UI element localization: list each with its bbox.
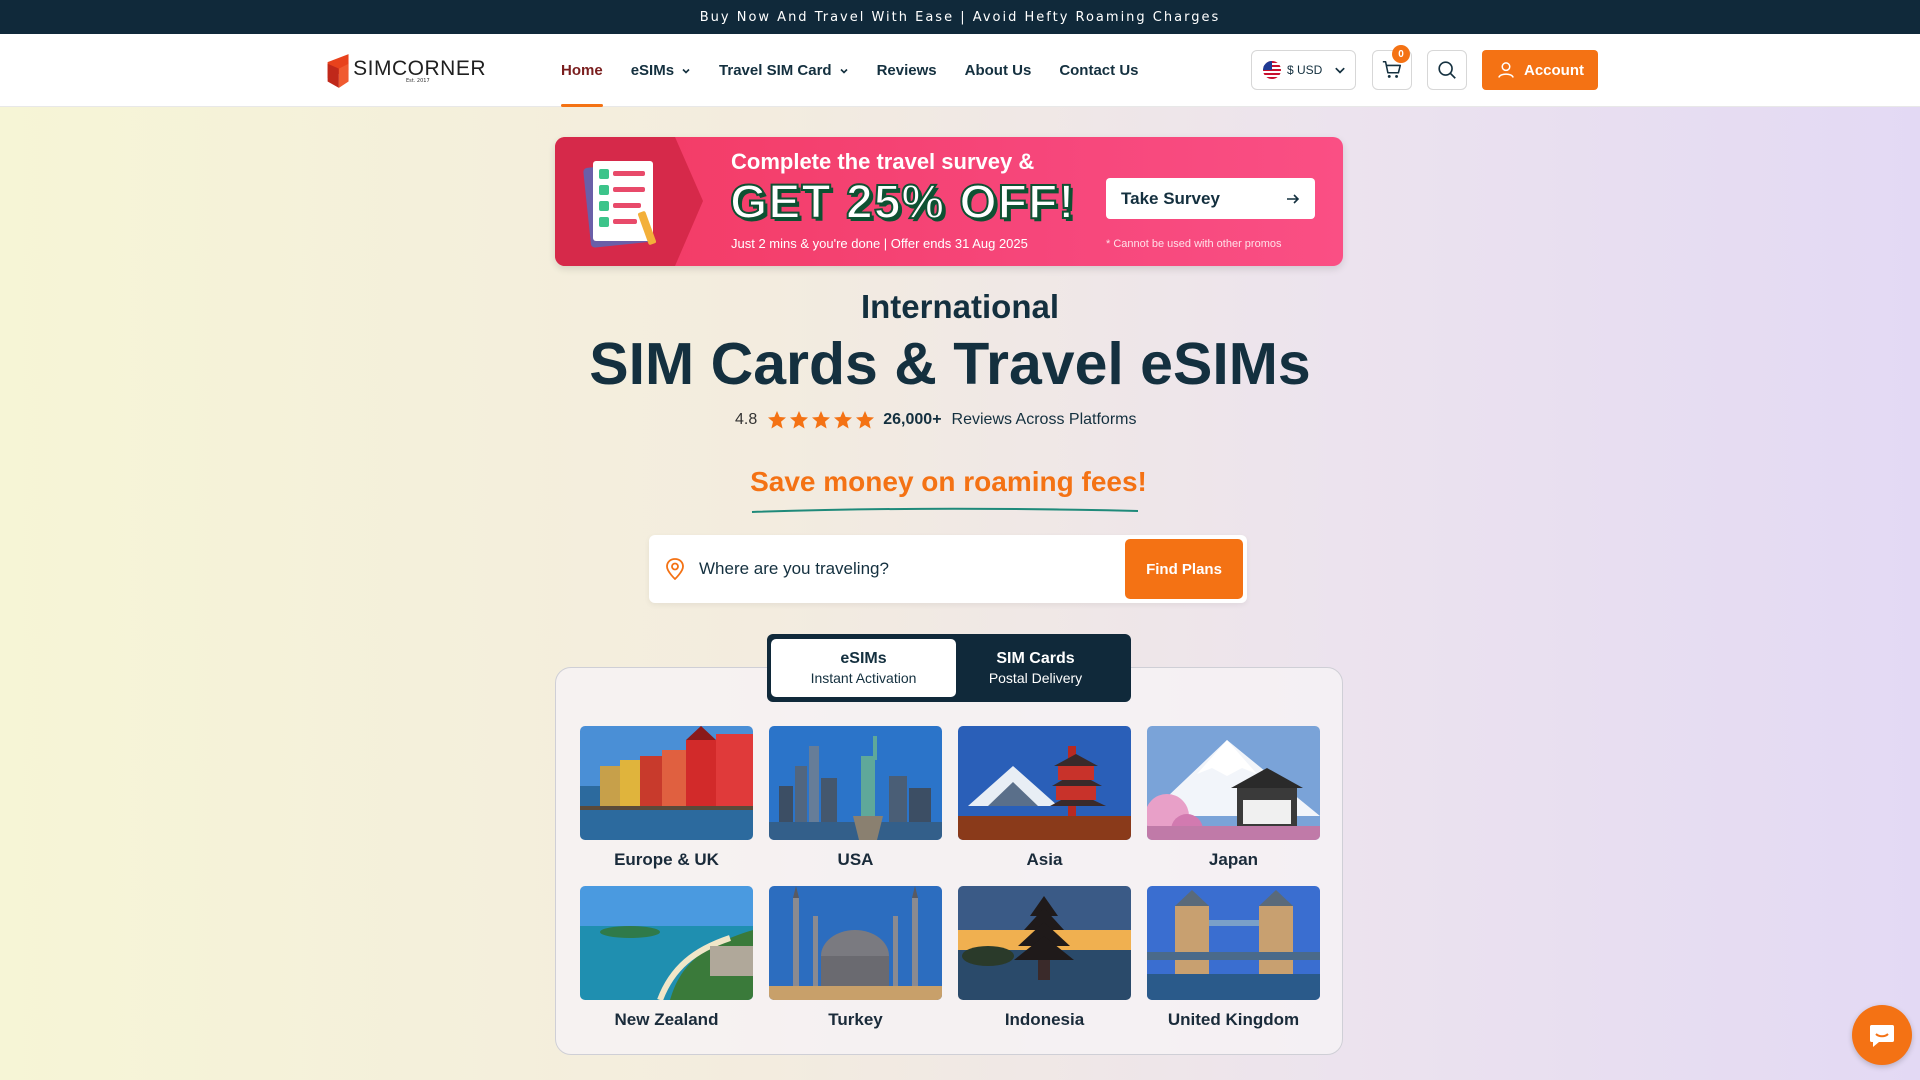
destination-image (580, 886, 753, 1000)
search-icon (1438, 61, 1456, 79)
destination-image (769, 726, 942, 840)
logo[interactable]: SIMCORNER Est. 2017 (326, 46, 486, 96)
promo-note: * Cannot be used with other promos (1106, 238, 1282, 250)
destination-image (580, 726, 753, 840)
currency-selector[interactable]: $ USD (1251, 50, 1356, 90)
us-flag-icon (1263, 61, 1281, 79)
take-survey-button[interactable]: Take Survey (1106, 178, 1315, 219)
destination-label: United Kingdom (1167, 1010, 1300, 1029)
nav-contact-label: Contact Us (1059, 62, 1139, 79)
promo-subtext: Just 2 mins & you're done | Offer ends 3… (731, 236, 1028, 251)
promo-headline: GET 25% OFF! (729, 175, 1076, 230)
destination-label: New Zealand (614, 1010, 719, 1029)
nav-travel-sim[interactable]: Travel SIM Card (719, 34, 849, 107)
tab-sim-cards-title: SIM Cards (996, 650, 1075, 667)
announcement-bar: Buy Now And Travel With Ease | Avoid Hef… (0, 0, 1920, 34)
destination-label: Asia (1026, 850, 1063, 869)
destination-image (958, 886, 1131, 1000)
navbar: SIMCORNER Est. 2017 Home eSIMs Travel SI… (0, 34, 1920, 107)
star-icon (768, 411, 787, 429)
destination-image (1147, 886, 1320, 1000)
destination-card-new-zealand[interactable]: New Zealand (580, 886, 754, 1030)
nav-esims-label: eSIMs (630, 62, 675, 79)
destination-label: Turkey (828, 1010, 883, 1029)
announcement-text: Buy Now And Travel With Ease | Avoid Hef… (699, 9, 1221, 25)
nav-home[interactable]: Home (561, 34, 603, 107)
account-button[interactable]: Account (1482, 50, 1598, 90)
nav-travel-sim-label: Travel SIM Card (719, 62, 832, 79)
cart-count-badge: 0 (1392, 45, 1410, 63)
rating-score: 4.8 (735, 411, 758, 428)
tagline-underline (751, 507, 1139, 513)
destination-card-united-kingdom[interactable]: United Kingdom (1147, 886, 1321, 1030)
destination-label: Indonesia (1004, 1010, 1085, 1029)
survey-clipboard-icon (583, 161, 657, 248)
take-survey-label: Take Survey (1121, 188, 1220, 208)
product-type-toggle: eSIMs Instant Activation SIM Cards Posta… (767, 634, 1131, 702)
nav-esims[interactable]: eSIMs (631, 34, 691, 107)
survey-promo-banner[interactable]: Complete the travel survey & GET 25% OFF… (555, 137, 1343, 266)
main-nav: Home eSIMs Travel SIM Card Reviews About… (561, 34, 1167, 107)
promo-line1: Complete the travel survey & (731, 149, 1035, 174)
hero-title: SIM Cards & Travel eSIMs (589, 331, 1311, 397)
tab-sim-cards[interactable]: SIM Cards Postal Delivery (943, 639, 1128, 697)
review-text: Reviews Across Platforms (951, 411, 1137, 428)
chevron-down-icon (1335, 67, 1346, 74)
brand-est: Est. 2017 (406, 78, 430, 84)
user-icon (1498, 62, 1514, 78)
destination-image (1147, 726, 1320, 840)
destination-label: Japan (1208, 850, 1259, 869)
logo-icon (327, 54, 349, 88)
tab-esims-subtitle: Instant Activation (810, 670, 917, 686)
destination-card-asia[interactable]: Asia (958, 726, 1132, 870)
location-pin-icon (666, 558, 684, 580)
chevron-down-icon (840, 68, 848, 74)
rating-row: 4.8 26,000+ Reviews Across Platforms (735, 409, 1136, 431)
destination-image (769, 886, 942, 1000)
chevron-down-icon (682, 68, 690, 74)
nav-about[interactable]: About Us (965, 34, 1032, 107)
destination-input[interactable] (699, 551, 1099, 587)
destination-image (958, 726, 1131, 840)
chat-widget-button[interactable] (1852, 1005, 1912, 1065)
destination-label: USA (837, 850, 874, 869)
nav-contact[interactable]: Contact Us (1059, 34, 1138, 107)
star-icon (812, 411, 831, 429)
chat-icon (1870, 1025, 1894, 1047)
find-plans-button[interactable]: Find Plans (1125, 539, 1243, 599)
destination-card-turkey[interactable]: Turkey (769, 886, 943, 1030)
star-icon (790, 411, 809, 429)
search-button[interactable] (1427, 50, 1467, 90)
arrow-right-icon (1287, 194, 1300, 204)
destination-card-japan[interactable]: Japan (1147, 726, 1321, 870)
destination-card-indonesia[interactable]: Indonesia (958, 886, 1132, 1030)
nav-home-label: Home (561, 62, 603, 79)
destination-search: Find Plans (649, 535, 1247, 603)
star-icon (856, 411, 875, 429)
nav-about-label: About Us (964, 62, 1032, 79)
nav-reviews-label: Reviews (876, 62, 937, 79)
destination-card-europe-uk[interactable]: Europe & UK (580, 726, 754, 870)
account-label: Account (1524, 61, 1584, 79)
currency-label: $ USD (1287, 63, 1323, 77)
tab-esims-title: eSIMs (840, 650, 887, 667)
tab-esims[interactable]: eSIMs Instant Activation (771, 639, 956, 697)
tab-sim-cards-subtitle: Postal Delivery (988, 670, 1083, 686)
star-icon (834, 411, 853, 429)
destination-card-usa[interactable]: USA (769, 726, 943, 870)
nav-reviews[interactable]: Reviews (877, 34, 937, 107)
rating-stars (767, 410, 877, 430)
review-count: 26,000+ (883, 411, 942, 428)
hero-kicker: International (860, 288, 1060, 325)
tagline: Save money on roaming fees! (750, 466, 1147, 497)
destination-label: Europe & UK (614, 850, 719, 869)
